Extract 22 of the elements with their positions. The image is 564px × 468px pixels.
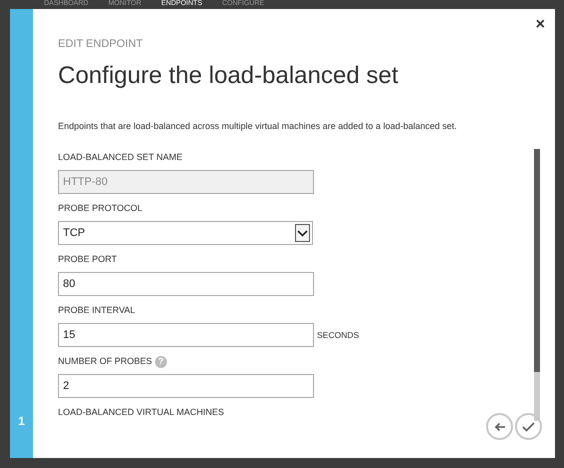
close-button[interactable]: × bbox=[536, 17, 545, 33]
dialog-subtitle: EDIT ENDPOINT bbox=[58, 37, 144, 52]
select-field[interactable]: TCP bbox=[58, 221, 313, 245]
back-button[interactable] bbox=[486, 413, 513, 440]
text-field[interactable]: 15 bbox=[58, 323, 314, 347]
field-label: PROBE INTERVAL bbox=[58, 304, 136, 318]
step-number: 1 bbox=[18, 413, 25, 430]
left-arrow-icon bbox=[494, 422, 506, 432]
field-label: LOAD-BALANCED VIRTUAL MACHINES bbox=[58, 406, 224, 420]
field-label: LOAD-BALANCED SET NAME bbox=[58, 151, 182, 164]
scrollbar-thumb[interactable] bbox=[534, 149, 540, 372]
checkmark-icon bbox=[522, 422, 535, 432]
unit-label: SECONDS bbox=[317, 328, 360, 342]
field-label: NUMBER OF PROBES bbox=[58, 355, 152, 368]
field-label: PROBE PROTOCOL bbox=[58, 202, 142, 216]
description-text: Endpoints that are load-balanced across multiple virtual machines are added to a load-balanced set. bbox=[58, 120, 458, 133]
dialog-title: Configure the load-balanced set bbox=[58, 60, 400, 90]
confirm-button[interactable] bbox=[515, 413, 542, 440]
scrollbar[interactable] bbox=[534, 149, 540, 421]
field-label: PROBE PORT bbox=[58, 253, 117, 266]
text-field[interactable]: 2 bbox=[58, 374, 314, 398]
text-field[interactable]: 80 bbox=[58, 272, 314, 296]
